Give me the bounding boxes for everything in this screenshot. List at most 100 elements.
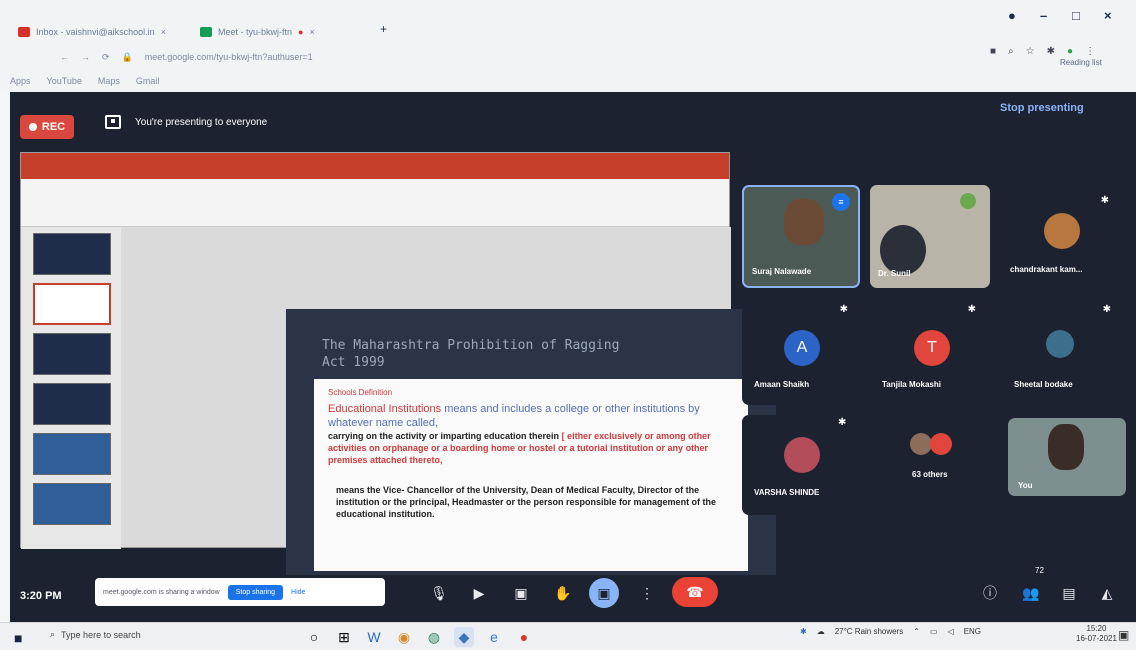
language-indicator[interactable]: ENG (964, 627, 981, 636)
camera-button[interactable]: ▶ (464, 580, 494, 606)
clock[interactable]: 15:20 16-07-2021 (1076, 624, 1117, 644)
slide-thumbnail[interactable] (33, 283, 111, 325)
raise-hand-button[interactable]: ✋ (548, 580, 578, 606)
stop-presenting-button[interactable]: Stop presenting (1000, 102, 1084, 114)
close-window-button[interactable]: × (1104, 8, 1112, 23)
video-feed (880, 225, 926, 275)
edge-icon[interactable]: ◍ (424, 627, 444, 647)
task-view-icon[interactable]: ⊞ (334, 627, 354, 647)
activities-icon: ◭ (1101, 584, 1113, 601)
participant-name: Sheetal bodake (1014, 380, 1073, 389)
star-icon[interactable]: ☆ (1026, 46, 1035, 57)
slide-thumbnail[interactable] (33, 233, 111, 275)
meet-taskbar-icon[interactable]: ◆ (454, 627, 474, 647)
mic-button[interactable]: 🎙 (424, 580, 454, 606)
extensions-icon[interactable]: ✱ (1047, 46, 1055, 57)
reload-icon[interactable]: ⟳ (102, 52, 110, 63)
end-call-button[interactable]: ☎ (672, 577, 718, 607)
people-count: 72 (1035, 566, 1044, 575)
cortana-icon[interactable]: ○ (304, 627, 324, 647)
activities-button[interactable]: ◭ (1092, 580, 1122, 606)
url-text[interactable]: meet.google.com/tyu-bkwj-ftn?authuser=1 (145, 52, 313, 62)
meet-icon (200, 27, 212, 37)
slide-thumbnail[interactable] (33, 383, 111, 425)
bookmark-maps[interactable]: Maps (98, 76, 120, 86)
present-now-button[interactable]: ▣ (589, 578, 619, 608)
participant-tile[interactable]: 63 others (870, 415, 990, 515)
mic-off-icon: ✱ (1102, 304, 1111, 315)
rec-indicator[interactable]: REC (20, 115, 74, 139)
windows-start-icon[interactable]: ■ (14, 630, 22, 646)
participant-tile[interactable]: ✱ A Amaan Shaikh (742, 300, 860, 405)
address-bar[interactable]: ← → ⟳ 🔒 meet.google.com/tyu-bkwj-ftn?aut… (60, 46, 940, 68)
share-notice-text: meet.google.com is sharing a window (103, 588, 220, 596)
slide-heading: Schools Definition (328, 388, 393, 397)
edge-browser-icon[interactable]: e (484, 627, 504, 647)
profile-icon[interactable]: ● (1008, 8, 1016, 23)
avatar (1046, 330, 1074, 358)
tab-label: Inbox - vaishnvi@aikschool.in (36, 27, 155, 37)
volume-icon[interactable]: ◁ (948, 627, 954, 636)
participant-name: Amaan Shaikh (754, 380, 810, 389)
ppt-titlebar (21, 153, 729, 179)
slide-thumbnail[interactable] (33, 433, 111, 475)
stop-sharing-button[interactable]: Stop sharing (227, 584, 284, 600)
camera-icon[interactable]: ■ (990, 46, 996, 57)
avatar[interactable]: ● (1067, 46, 1073, 57)
weather-text[interactable]: 27°C Rain showers (835, 627, 904, 636)
hide-button[interactable]: Hide (291, 589, 305, 596)
info-button[interactable]: ⓘ (975, 580, 1005, 606)
battery-icon[interactable]: ▭ (930, 627, 938, 636)
captions-button[interactable]: ▣ (506, 580, 536, 606)
back-icon[interactable]: ← (60, 52, 69, 62)
bluetooth-icon[interactable]: ✱ (800, 627, 807, 636)
taskbar-search[interactable]: ⌕ Type here to search (50, 629, 141, 640)
people-button[interactable]: 👥 (1016, 580, 1046, 606)
info-icon: ⓘ (983, 585, 997, 601)
mic-off-icon: ✱ (1100, 195, 1109, 206)
bookmark-youtube[interactable]: YouTube (47, 76, 82, 86)
zoom-icon[interactable]: ⌕ (1008, 46, 1014, 57)
notifications-icon[interactable]: ▣ (1118, 628, 1129, 642)
participant-tile[interactable]: ≡ Suraj Nalawade (742, 185, 860, 288)
tab-meet[interactable]: Meet - tyu-bkwj-ftn ● × (200, 20, 315, 44)
avatar (910, 433, 932, 455)
slide-thumbnail[interactable] (33, 483, 111, 525)
maximize-button[interactable]: □ (1072, 8, 1080, 23)
presenting-info: You're presenting to everyone (105, 115, 267, 129)
avatar (784, 437, 820, 473)
presenting-text: You're presenting to everyone (135, 116, 268, 128)
participant-tile[interactable]: Dr. Sunil (870, 185, 990, 288)
slide-title-line: Act 1999 (322, 355, 385, 370)
close-icon[interactable]: × (309, 27, 314, 37)
chrome-icon[interactable]: ◉ (394, 627, 414, 647)
more-options-button[interactable]: ⋮ (632, 580, 662, 606)
avatar (1044, 213, 1080, 249)
participant-tile[interactable]: You (1008, 418, 1126, 496)
minimize-button[interactable]: – (1040, 8, 1047, 23)
powerpoint-icon[interactable]: ● (514, 627, 534, 647)
slide-thumbnail[interactable] (33, 333, 111, 375)
forward-icon[interactable]: → (81, 52, 90, 62)
participant-tile[interactable]: ✱ VARSHA SHINDE (742, 415, 860, 515)
slide-title-line: The Maharashtra Prohibition of Ragging (322, 338, 620, 353)
participant-tile[interactable]: ✱ chandrakant kam... (1000, 185, 1125, 288)
bookmark-apps[interactable]: Apps (10, 76, 31, 86)
video-feed (1048, 424, 1084, 470)
new-tab-button[interactable]: + (380, 22, 387, 36)
paragraph-1: Educational Institutions means and inclu… (328, 402, 734, 430)
mic-icon: 🎙 (430, 584, 448, 601)
participant-tile[interactable]: ✱ Sheetal bodake (1000, 300, 1125, 405)
participant-tile[interactable]: ✱ T Tanjila Mokashi (870, 300, 990, 405)
reading-list[interactable]: Reading list (1060, 58, 1102, 67)
rec-label: REC (41, 121, 66, 133)
speaking-icon: ≡ (832, 193, 850, 211)
chevron-up-icon[interactable]: ⌃ (913, 627, 920, 636)
word-icon[interactable]: W (364, 627, 384, 647)
menu-icon[interactable]: ⋮ (1085, 46, 1095, 57)
tab-inbox[interactable]: Inbox - vaishnvi@aikschool.in × (18, 20, 166, 44)
participant-name: VARSHA SHINDE (754, 488, 820, 497)
close-icon[interactable]: × (161, 27, 166, 37)
bookmark-gmail[interactable]: Gmail (136, 76, 160, 86)
chat-button[interactable]: ▤ (1054, 580, 1084, 606)
